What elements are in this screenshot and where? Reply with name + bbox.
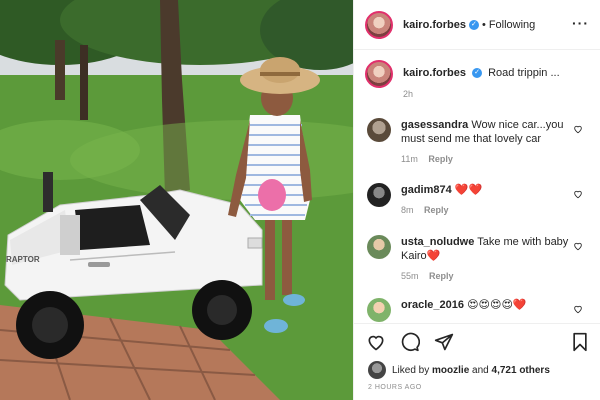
comment-time: 11m — [401, 154, 418, 164]
comment-avatar[interactable] — [367, 298, 391, 322]
reply-button[interactable]: Reply — [429, 271, 454, 281]
comment-username[interactable]: oracle_2016 — [401, 299, 464, 311]
post-actions: Liked by moozlie and 4,721 others 2 HOUR… — [354, 323, 600, 400]
like-comment-heart-icon[interactable] — [573, 304, 583, 314]
comment-avatar[interactable] — [367, 235, 391, 259]
comment-time: 55m — [401, 271, 419, 281]
likes-summary: Liked by moozlie and 4,721 others — [368, 361, 550, 379]
like-comment-heart-icon[interactable] — [573, 124, 583, 134]
comment-item: usta_noludwe Take me with baby Kairo❤️ 5… — [354, 235, 600, 283]
separator-dot: • — [481, 18, 486, 31]
comment-username[interactable]: usta_noludwe — [401, 236, 474, 248]
caption-text: Road trippin ... — [488, 67, 560, 79]
likes-prefix: Liked by — [392, 364, 430, 376]
comment-username[interactable]: gadim874 — [401, 184, 452, 196]
reply-button[interactable]: Reply — [424, 205, 449, 215]
post-sidebar: kairo.forbes ✓ • Following ··· kairo.for… — [353, 0, 600, 400]
like-comment-heart-icon[interactable] — [573, 241, 583, 251]
comment-avatar[interactable] — [367, 118, 391, 142]
heart-icon[interactable] — [366, 332, 386, 352]
post-timestamp: 2 HOURS AGO — [368, 384, 422, 391]
likes-and: and — [472, 364, 489, 376]
more-icon[interactable]: ··· — [572, 15, 589, 31]
car-badge-text: RAPTOR — [6, 255, 40, 264]
post-image: RAPTOR — [0, 0, 353, 400]
post-header: kairo.forbes ✓ • Following ··· — [354, 0, 600, 50]
caption-time: 2h — [403, 89, 414, 99]
comment-time: 8m — [401, 205, 414, 215]
bookmark-icon[interactable] — [571, 332, 589, 352]
post-photo[interactable]: RAPTOR — [0, 0, 353, 400]
follow-status-button[interactable]: Following — [489, 19, 535, 31]
comment-text: 😍😍😍😍❤️ — [467, 299, 527, 311]
reply-button[interactable]: Reply — [428, 154, 453, 164]
verified-icon: ✓ — [468, 19, 479, 30]
liked-by-user[interactable]: moozlie — [432, 365, 469, 376]
post-caption: kairo.forbes ✓ Road trippin ... 2h — [354, 60, 600, 99]
liker-avatar[interactable] — [368, 361, 386, 379]
comment-item: oracle_2016 😍😍😍😍❤️ — [354, 298, 600, 322]
author-username[interactable]: kairo.forbes — [403, 19, 466, 31]
comment-item: gasessandra Wow nice car...you must send… — [354, 118, 600, 166]
share-icon[interactable] — [434, 332, 454, 352]
comment-avatar[interactable] — [367, 183, 391, 207]
likes-count[interactable]: 4,721 others — [492, 365, 550, 376]
comment-text: ❤️❤️ — [454, 184, 483, 196]
comment-item: gadim874 ❤️❤️ 8m Reply — [354, 183, 600, 217]
author-avatar[interactable] — [365, 10, 393, 39]
caption-username[interactable]: kairo.forbes — [403, 67, 466, 79]
caption-avatar[interactable] — [365, 60, 393, 88]
verified-icon: ✓ — [472, 68, 483, 79]
comment-username[interactable]: gasessandra — [401, 119, 468, 131]
comment-icon[interactable] — [400, 332, 420, 352]
like-comment-heart-icon[interactable] — [573, 189, 583, 199]
